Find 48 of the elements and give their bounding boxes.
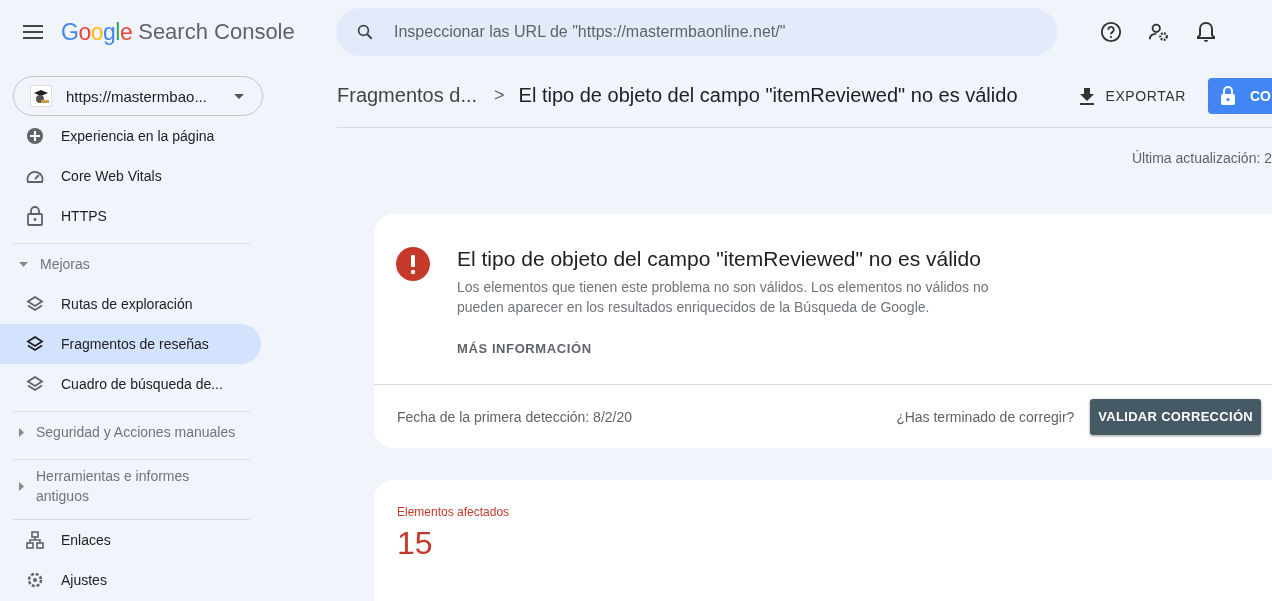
learn-more-link[interactable]: MÁS INFORMACIÓN xyxy=(457,341,1005,356)
fix-question: ¿Has terminado de corregir? xyxy=(896,408,1075,425)
share-button[interactable]: CO xyxy=(1208,77,1272,114)
affected-label: Elementos afectados xyxy=(397,505,511,519)
lock-icon xyxy=(1220,85,1236,106)
breadcrumb-link[interactable]: Fragmentos d... xyxy=(337,84,478,107)
user-settings-icon[interactable] xyxy=(1148,21,1170,43)
issue-title: El tipo de objeto del campo "itemReviewed" no es válido xyxy=(457,247,982,271)
sidebar-item[interactable]: Cuadro de búsqueda de... xyxy=(0,364,261,404)
breadcrumb-separator: > xyxy=(494,85,505,106)
caret-down-icon xyxy=(19,261,28,267)
site-favicon-icon xyxy=(30,85,52,107)
layers-icon xyxy=(26,296,44,312)
dropdown-caret-icon xyxy=(234,93,244,99)
sidebar-item[interactable]: Enlaces xyxy=(0,520,261,560)
error-icon xyxy=(396,247,430,281)
sidebar-item[interactable]: Experiencia en la página xyxy=(0,116,261,156)
sidebar-item[interactable]: Fragmentos de reseñas xyxy=(0,324,261,364)
affected-count: 15 xyxy=(397,525,434,562)
layers-icon xyxy=(26,376,44,392)
sidebar-item[interactable]: Ajustes xyxy=(0,560,261,600)
gear-icon xyxy=(26,571,44,589)
menu-icon[interactable] xyxy=(23,25,43,39)
gauge-icon xyxy=(26,168,44,184)
search-field[interactable]: Inspeccionar las URL de "https://mastermbaonline.net/" xyxy=(336,8,1057,56)
network-icon xyxy=(26,531,44,549)
page-title: El tipo de objeto del campo "itemReviewed" no es válido xyxy=(518,84,1018,107)
issue-description: Los elementos que tienen este problema no son válidos. Los elementos no válidos no pueden aparecer en los resultados enriquecidos de la Búsqueda de Google. xyxy=(457,278,990,317)
sidebar-section[interactable]: Herramientas e informes antiguos xyxy=(0,460,255,512)
help-icon[interactable] xyxy=(1100,21,1122,43)
notifications-icon[interactable] xyxy=(1196,21,1216,43)
first-detected-text: Fecha de la primera detección: 8/2/20 xyxy=(397,408,633,425)
validate-fix-button[interactable]: VALIDAR CORRECCIÓN xyxy=(1090,398,1261,435)
export-button[interactable]: EXPORTAR xyxy=(1073,85,1192,106)
layers-icon xyxy=(26,336,44,352)
sidebar-section[interactable]: Mejoras xyxy=(0,244,255,284)
google-logo: Google xyxy=(61,18,133,46)
download-icon xyxy=(1079,86,1096,105)
sidebar-item[interactable]: Rutas de exploración xyxy=(0,284,261,324)
product-name: Search Console xyxy=(138,19,295,45)
last-update-text: Última actualización: 2 xyxy=(1130,150,1272,166)
caret-right-icon xyxy=(19,481,24,491)
plus-circle-icon xyxy=(26,127,44,145)
sidebar-item[interactable]: Core Web Vitals xyxy=(0,156,261,196)
sidebar-section[interactable]: Seguridad y Acciones manuales xyxy=(0,412,255,452)
sidebar-item[interactable]: HTTPS xyxy=(0,196,261,236)
caret-right-icon xyxy=(19,427,24,437)
lock-icon xyxy=(26,206,44,226)
